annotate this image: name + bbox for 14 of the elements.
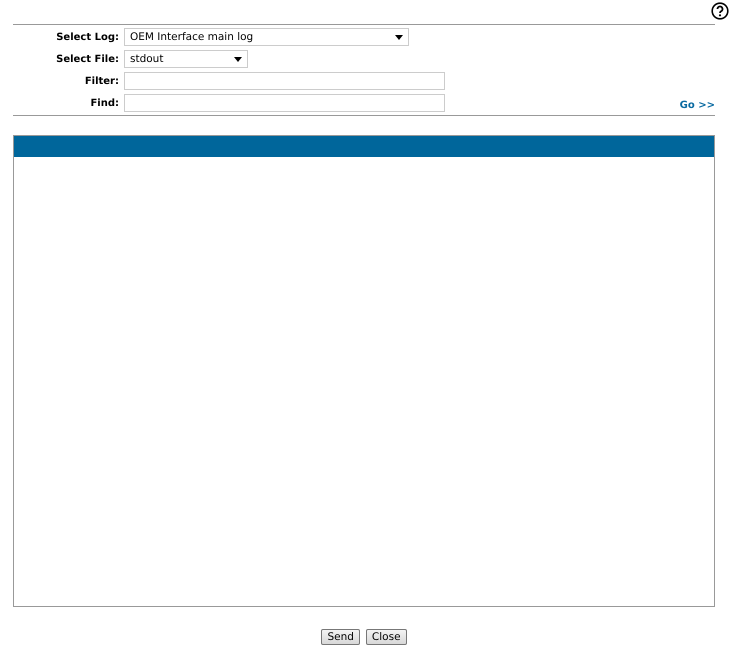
action-button[interactable]: Close xyxy=(366,629,407,645)
help-icon[interactable] xyxy=(711,2,729,20)
field-label: Select Log: xyxy=(55,32,120,43)
go-link[interactable]: Go >> xyxy=(680,100,715,111)
dropdown[interactable]: stdout xyxy=(124,50,248,68)
caret-icon xyxy=(234,56,242,62)
field-label: Filter: xyxy=(84,76,120,87)
input-field[interactable] xyxy=(124,72,445,90)
dropdown[interactable]: OEM Interface main log xyxy=(124,28,409,46)
field-label: Find: xyxy=(89,98,120,109)
action-button[interactable]: Send xyxy=(321,629,360,645)
input-field[interactable] xyxy=(124,94,445,112)
caret-icon xyxy=(395,34,403,40)
field-label: Select File: xyxy=(55,54,120,65)
